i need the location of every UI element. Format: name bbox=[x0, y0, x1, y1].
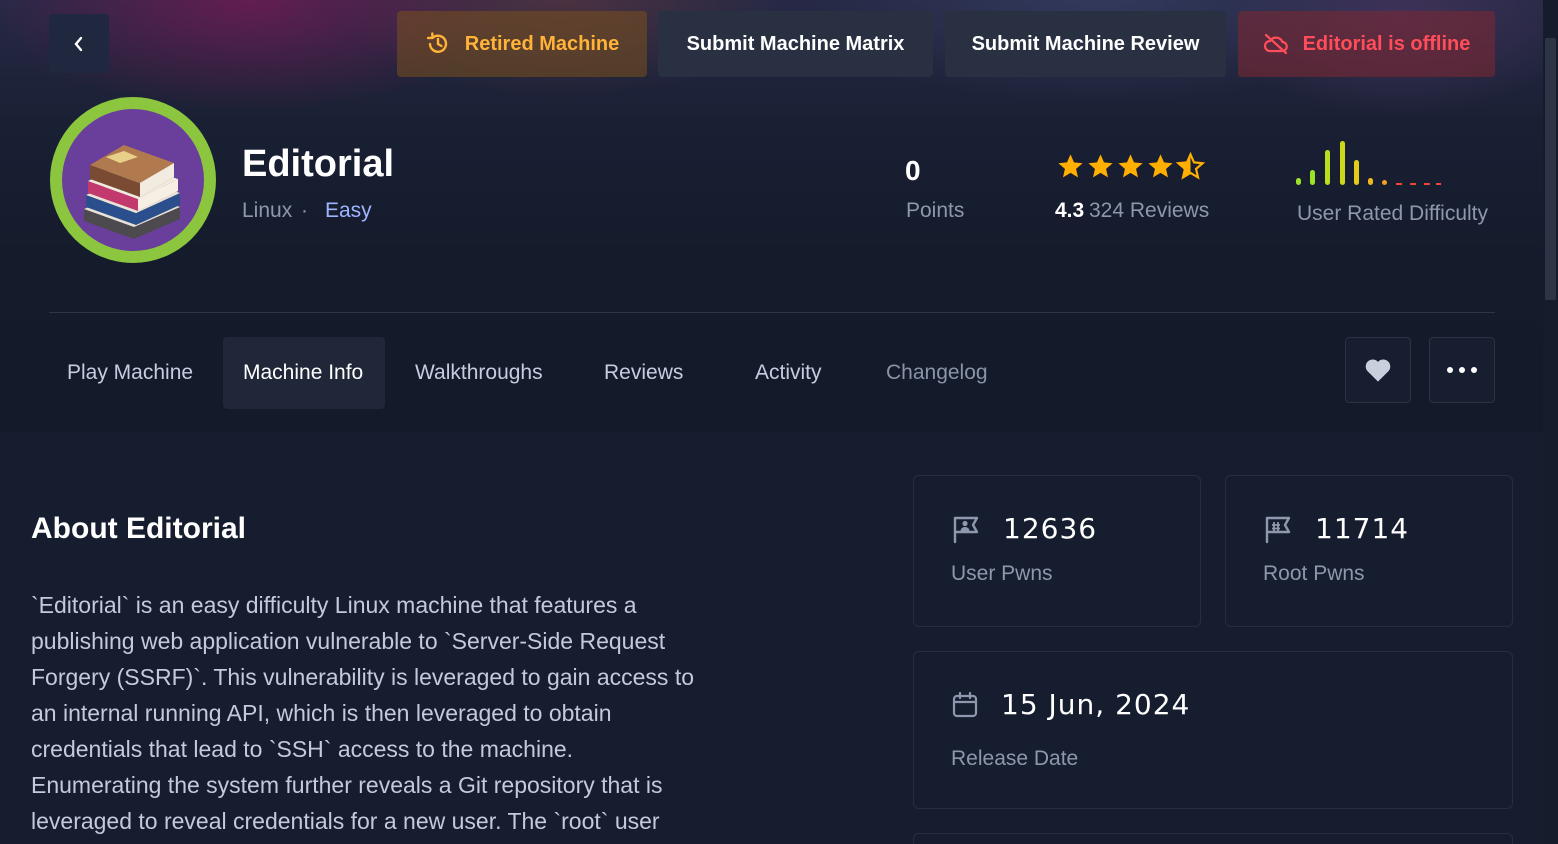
machine-name: Editorial bbox=[242, 143, 395, 185]
submit-machine-matrix-button[interactable]: Submit Machine Matrix bbox=[658, 11, 933, 77]
star-half-icon bbox=[1176, 152, 1205, 180]
tab-machine-info[interactable]: Machine Info bbox=[223, 337, 385, 409]
reviews-count-link[interactable]: 324 Reviews bbox=[1089, 199, 1209, 223]
about-line: `Editorial` is an easy difficulty Linux … bbox=[31, 592, 637, 618]
user-rated-difficulty-label: User Rated Difficulty bbox=[1297, 202, 1489, 225]
os-difficulty-separator: · bbox=[301, 199, 308, 222]
tab-activity[interactable]: Activity bbox=[735, 337, 842, 409]
star-icon bbox=[1118, 154, 1143, 178]
points-value: 0 bbox=[905, 155, 921, 186]
star-icon bbox=[1148, 154, 1173, 178]
about-line: an internal running API, which is then l… bbox=[31, 700, 612, 726]
tab-walkthroughs[interactable]: Walkthroughs bbox=[395, 337, 563, 409]
cloud-off-icon bbox=[1263, 33, 1288, 55]
favorite-button[interactable] bbox=[1345, 337, 1411, 403]
machine-avatar bbox=[50, 97, 216, 263]
root-pwns-card: 11714 Root Pwns bbox=[1225, 475, 1513, 627]
scrollbar-thumb[interactable] bbox=[1545, 38, 1556, 300]
history-icon bbox=[426, 32, 447, 53]
calendar-icon bbox=[952, 691, 978, 717]
header-divider bbox=[49, 312, 1495, 313]
about-line: Forgery (SSRF)`. This vulnerability is l… bbox=[31, 664, 695, 690]
submit-machine-review-label: Submit Machine Review bbox=[971, 32, 1200, 55]
more-horizontal-icon bbox=[1447, 367, 1477, 373]
books-stack-icon bbox=[84, 145, 180, 239]
star-icon bbox=[1088, 154, 1113, 178]
tab-reviews[interactable]: Reviews bbox=[584, 337, 703, 409]
user-pwns-label: User Pwns bbox=[951, 562, 1053, 585]
machine-difficulty-link[interactable]: Easy bbox=[325, 199, 372, 223]
about-line: publishing web application vulnerable to… bbox=[31, 628, 666, 654]
root-pwns-value: 11714 bbox=[1315, 512, 1410, 545]
submit-machine-review-button[interactable]: Submit Machine Review bbox=[945, 11, 1226, 77]
user-pwns-value: 12636 bbox=[1003, 512, 1098, 545]
root-flag-icon bbox=[1265, 516, 1291, 543]
root-pwns-label: Root Pwns bbox=[1263, 562, 1365, 585]
retired-machine-label: Retired Machine bbox=[464, 32, 620, 55]
tab-play-machine[interactable]: Play Machine bbox=[47, 337, 213, 409]
submit-machine-matrix-label: Submit Machine Matrix bbox=[686, 32, 905, 55]
about-line: leveraged to reveal credentials for a ne… bbox=[31, 808, 660, 834]
retired-machine-button[interactable]: Retired Machine bbox=[397, 11, 647, 77]
more-options-button[interactable] bbox=[1429, 337, 1495, 403]
machine-os: Linux bbox=[242, 199, 293, 222]
points-label: Points bbox=[906, 199, 965, 222]
about-heading: About Editorial bbox=[31, 512, 246, 545]
release-date-value: 15 Jun, 2024 bbox=[1001, 688, 1191, 721]
about-line: Enumerating the system further reveals a… bbox=[31, 772, 663, 798]
tab-changelog[interactable]: Changelog bbox=[866, 337, 1008, 409]
editorial-offline-button[interactable]: Editorial is offline bbox=[1238, 11, 1495, 77]
rating-stars bbox=[1056, 152, 1205, 181]
difficulty-bar-chart bbox=[1296, 141, 1441, 185]
chevron-left-icon bbox=[74, 36, 83, 51]
next-info-card bbox=[913, 833, 1513, 844]
rating-value: 4.3 bbox=[1055, 199, 1085, 222]
scrollbar-track[interactable] bbox=[1543, 0, 1558, 844]
user-flag-icon bbox=[953, 516, 979, 543]
about-line: credentials that lead to `SSH` access to… bbox=[31, 736, 574, 762]
back-button[interactable] bbox=[49, 14, 109, 73]
star-icon bbox=[1058, 154, 1083, 178]
user-pwns-card: 12636 User Pwns bbox=[913, 475, 1201, 627]
release-date-label: Release Date bbox=[951, 747, 1079, 770]
editorial-offline-label: Editorial is offline bbox=[1302, 32, 1471, 55]
release-date-card: 15 Jun, 2024 Release Date bbox=[913, 651, 1513, 809]
heart-icon bbox=[1365, 359, 1391, 382]
about-description: `Editorial` is an easy difficulty Linux … bbox=[31, 587, 731, 839]
